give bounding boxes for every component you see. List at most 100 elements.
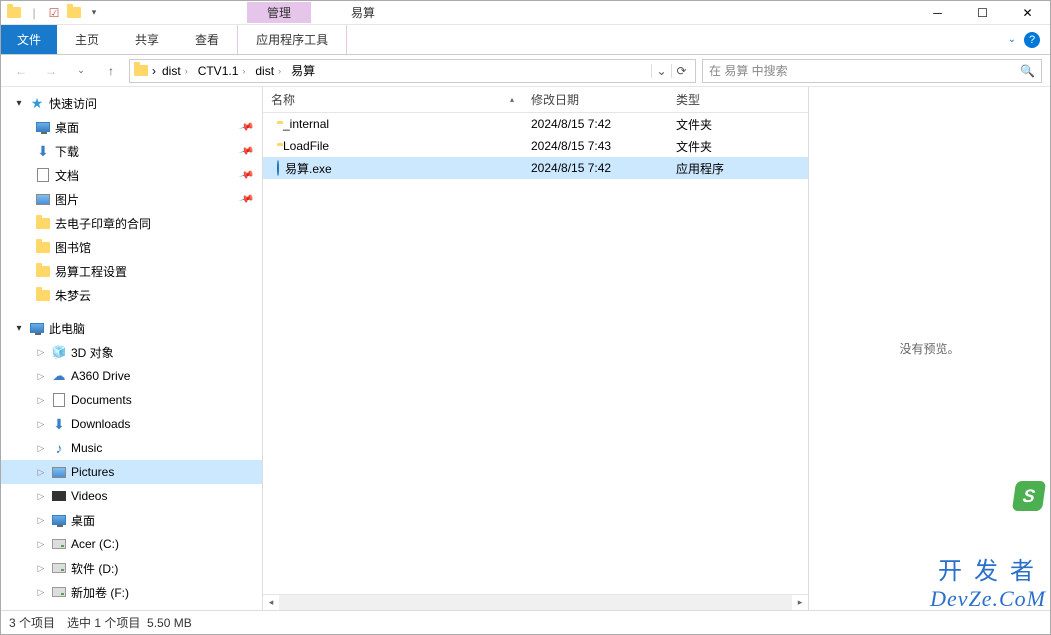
expand-icon[interactable] xyxy=(35,419,47,430)
sidebar-quick-access[interactable]: ★ 快速访问 xyxy=(1,91,262,115)
expand-icon[interactable] xyxy=(35,539,47,550)
sidebar-item[interactable]: Acer (C:) xyxy=(1,532,262,556)
sidebar-item[interactable]: 易算工程设置 xyxy=(1,259,262,283)
window-title: 易算 xyxy=(351,4,375,21)
pin-icon: 📌 xyxy=(238,191,254,207)
sidebar-item[interactable]: 桌面 xyxy=(1,508,262,532)
expand-icon[interactable] xyxy=(35,587,47,598)
tab-home[interactable]: 主页 xyxy=(57,25,117,54)
expand-icon[interactable] xyxy=(35,563,47,574)
file-row[interactable]: _internal2024/8/15 7:42文件夹 xyxy=(263,113,808,135)
video-icon xyxy=(51,488,67,504)
sidebar-item[interactable]: 桌面📌 xyxy=(1,115,262,139)
sidebar-item-label: 软件 (D:) xyxy=(71,560,118,577)
maximize-button[interactable]: ☐ xyxy=(960,1,1005,25)
sidebar-item[interactable]: Videos xyxy=(1,484,262,508)
sidebar-item[interactable]: 图片📌 xyxy=(1,187,262,211)
sidebar-item-label: Pictures xyxy=(71,465,114,479)
sidebar-item[interactable]: 文档 📌 xyxy=(1,163,262,187)
back-button[interactable]: ← xyxy=(9,59,33,83)
chevron-right-icon[interactable]: › xyxy=(240,66,247,76)
expand-icon[interactable] xyxy=(13,98,25,109)
sidebar-item[interactable]: 🧊3D 对象 xyxy=(1,340,262,364)
help-icon[interactable]: ? xyxy=(1024,32,1040,48)
sidebar-item-label: 下载 xyxy=(55,143,79,160)
expand-icon[interactable] xyxy=(35,491,47,502)
sidebar-item[interactable]: 朱梦云 xyxy=(1,283,262,307)
exe-icon xyxy=(277,161,279,175)
drive-icon xyxy=(51,536,67,552)
forward-button[interactable]: → xyxy=(39,59,63,83)
file-list-pane: 名称 ▴ 修改日期 类型 _internal2024/8/15 7:42文件夹L… xyxy=(263,87,808,610)
sidebar-item[interactable]: ⬇下载📌 xyxy=(1,139,262,163)
pin-icon: 📌 xyxy=(238,119,254,135)
qat-properties-icon[interactable]: ☑ xyxy=(45,4,63,22)
scroll-track[interactable] xyxy=(279,595,792,610)
horizontal-scrollbar[interactable]: ◂ ▸ xyxy=(263,594,808,610)
scroll-right-icon[interactable]: ▸ xyxy=(792,597,808,608)
sidebar-item[interactable]: 新加卷 (F:) xyxy=(1,580,262,604)
sidebar-item[interactable]: ☁A360 Drive xyxy=(1,364,262,388)
expand-icon[interactable] xyxy=(35,443,47,454)
qat-dropdown-icon[interactable]: ▾ xyxy=(85,4,103,22)
sidebar-this-pc[interactable]: 此电脑 xyxy=(1,316,262,340)
sidebar-item-label: 易算工程设置 xyxy=(55,263,127,280)
expand-icon[interactable] xyxy=(35,371,47,382)
cloud-icon: ☁ xyxy=(51,368,67,384)
status-item-count: 3 个项目 xyxy=(9,614,55,631)
pc-icon xyxy=(29,320,45,336)
main-area: ★ 快速访问 桌面📌⬇下载📌文档📌图片📌 去电子印章的合同图书馆易算工程设置朱梦… xyxy=(1,87,1050,610)
column-date[interactable]: 修改日期 xyxy=(523,87,668,112)
search-input[interactable]: 在 易算 中搜索 🔍 xyxy=(702,59,1042,83)
navigation-pane[interactable]: ★ 快速访问 桌面📌⬇下载📌文档📌图片📌 去电子印章的合同图书馆易算工程设置朱梦… xyxy=(1,87,263,610)
sidebar-item[interactable]: 软件 (D:) xyxy=(1,556,262,580)
sidebar-item-label: 图书馆 xyxy=(55,239,91,256)
sidebar-item-label: 朱梦云 xyxy=(55,287,91,304)
file-type: 文件夹 xyxy=(668,138,788,155)
tab-share[interactable]: 共享 xyxy=(117,25,177,54)
sidebar-item[interactable]: ♪Music xyxy=(1,436,262,460)
sidebar-item[interactable]: 去电子印章的合同 xyxy=(1,211,262,235)
sidebar-item[interactable]: Pictures xyxy=(1,460,262,484)
sidebar-item-label: Downloads xyxy=(71,417,130,431)
chevron-right-icon[interactable]: › xyxy=(276,66,283,76)
threed-icon: 🧊 xyxy=(51,344,67,360)
qat-new-folder-icon[interactable] xyxy=(65,4,83,22)
star-icon: ★ xyxy=(29,95,45,111)
sidebar-item-label: 文档 xyxy=(55,167,79,184)
expand-icon[interactable] xyxy=(13,323,25,334)
app-icon[interactable] xyxy=(5,4,23,22)
tab-file[interactable]: 文件 xyxy=(1,25,57,54)
scroll-left-icon[interactable]: ◂ xyxy=(263,597,279,608)
sidebar-item[interactable]: 图书馆 xyxy=(1,235,262,259)
column-name[interactable]: 名称 ▴ xyxy=(263,87,523,112)
expand-icon[interactable] xyxy=(35,515,47,526)
tab-app-tools[interactable]: 应用程序工具 xyxy=(237,25,347,54)
sidebar-label: 快速访问 xyxy=(49,95,97,112)
ribbon-expand-icon[interactable]: ⌄ xyxy=(1008,34,1016,45)
tab-view[interactable]: 查看 xyxy=(177,25,237,54)
column-type[interactable]: 类型 xyxy=(668,87,788,112)
recent-dropdown-icon[interactable]: ⌄ xyxy=(69,59,93,83)
search-icon[interactable]: 🔍 xyxy=(1020,64,1035,78)
chevron-right-icon[interactable]: › xyxy=(183,66,190,76)
minimize-button[interactable]: ─ xyxy=(915,1,960,25)
expand-icon[interactable] xyxy=(35,467,47,478)
refresh-button[interactable]: ⟳ xyxy=(671,64,691,78)
file-row[interactable]: 易算.exe2024/8/15 7:42应用程序 xyxy=(263,157,808,179)
address-bar[interactable]: › dist› CTV1.1› dist› 易算 ⌄ ⟳ xyxy=(129,59,696,83)
expand-icon[interactable] xyxy=(35,347,47,358)
chevron-right-icon[interactable]: › xyxy=(152,64,156,78)
address-dropdown-icon[interactable]: ⌄ xyxy=(651,64,671,78)
close-button[interactable]: ✕ xyxy=(1005,1,1050,25)
expand-icon[interactable] xyxy=(35,395,47,406)
file-date: 2024/8/15 7:42 xyxy=(523,117,668,131)
file-row[interactable]: LoadFile2024/8/15 7:43文件夹 xyxy=(263,135,808,157)
music-icon: ♪ xyxy=(51,440,67,456)
file-list[interactable]: _internal2024/8/15 7:42文件夹LoadFile2024/8… xyxy=(263,113,808,594)
sidebar-item[interactable]: ⬇Downloads xyxy=(1,412,262,436)
up-button[interactable]: ↑ xyxy=(99,59,123,83)
sidebar-item[interactable]: Documents xyxy=(1,388,262,412)
pin-icon: 📌 xyxy=(238,167,254,183)
pin-icon: 📌 xyxy=(238,143,254,159)
